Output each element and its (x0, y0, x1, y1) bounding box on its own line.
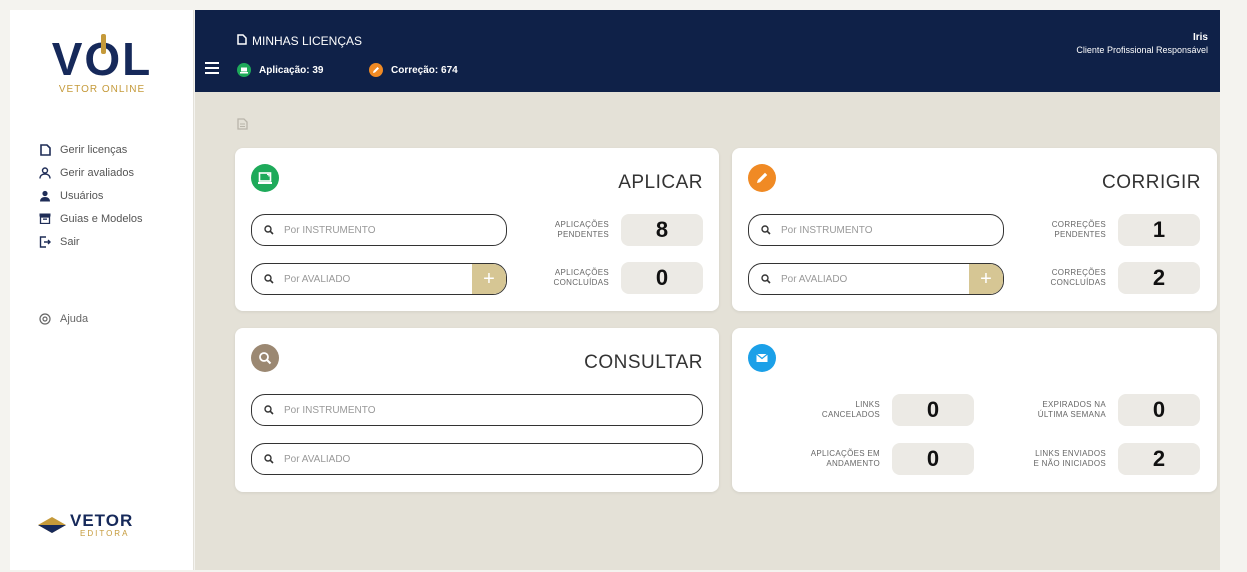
page-title: MINHAS LICENÇAS (237, 34, 362, 48)
aplicar-instrumento-search[interactable]: Por INSTRUMENTO (251, 214, 507, 246)
add-button[interactable]: + (472, 264, 506, 294)
sidebar-item-gerir-avaliados[interactable]: Gerir avaliados (38, 161, 143, 184)
sidebar-item-gerir-licencas[interactable]: Gerir licenças (38, 138, 143, 161)
corrigir-card: CORRIGIR Por INSTRUMENTO Por AVALIADO + … (732, 148, 1217, 311)
corrigir-title: CORRIGIR (1102, 172, 1201, 193)
corrigir-avaliado-search[interactable]: Por AVALIADO + (748, 263, 1004, 295)
sidebar-item-label: Ajuda (60, 313, 89, 325)
expirados-label: EXPIRADOS NA ÚLTIMA SEMANA (1037, 400, 1106, 419)
magnifier-icon (251, 344, 279, 372)
sidebar-item-guias-modelos[interactable]: Guias e Modelos (38, 207, 143, 230)
search-icon (761, 274, 771, 284)
help-icon (38, 312, 52, 326)
top-bar: MINHAS LICENÇAS Aplicação: 39 Correção: … (195, 10, 1220, 92)
consultar-instrumento-search[interactable]: Por INSTRUMENTO (251, 394, 703, 426)
pendentes-label: APLICAÇÕES PENDENTES (554, 220, 609, 239)
mail-icon (748, 344, 776, 372)
cancelados-label: LINKS CANCELADOS (821, 400, 880, 419)
add-button[interactable]: + (969, 264, 1003, 294)
links-cancelados-count[interactable]: 0 (892, 394, 974, 426)
vetor-diamond-icon (38, 517, 66, 533)
sidebar-nav: Gerir licenças Gerir avaliados Usuários … (38, 138, 143, 253)
sidebar-item-sair[interactable]: Sair (38, 230, 143, 253)
search-icon (264, 225, 274, 235)
main-content: APLICAR Por INSTRUMENTO Por AVALIADO + A… (195, 92, 1220, 570)
document-icon (237, 34, 247, 48)
concluidas-label: CORREÇÕES CONCLUÍDAS (1050, 268, 1106, 287)
logo-subtitle: VETOR ONLINE (58, 84, 146, 95)
sidebar-item-label: Gerir licenças (60, 143, 128, 156)
links-expirados-count[interactable]: 0 (1118, 394, 1200, 426)
user-info[interactable]: Iris Cliente Profissional Responsável (1076, 32, 1208, 55)
search-icon (761, 225, 771, 235)
breadcrumb-document-icon (237, 118, 248, 130)
concluidas-label: APLICAÇÕES CONCLUÍDAS (553, 268, 609, 287)
search-icon (264, 454, 274, 464)
search-icon (264, 274, 274, 284)
sidebar-item-label: Sair (60, 235, 80, 248)
pendentes-label: CORREÇÕES PENDENTES (1051, 220, 1106, 239)
corrigir-instrumento-search[interactable]: Por INSTRUMENTO (748, 214, 1004, 246)
search-icon (264, 405, 274, 415)
sidebar-item-label: Usuários (60, 189, 104, 202)
aplicacoes-andamento-count[interactable]: 0 (892, 443, 974, 475)
sidebar-item-label: Guias e Modelos (60, 212, 143, 225)
aplicacao-license-badge: Aplicação: 39 (237, 63, 323, 77)
vetor-editora-logo: VETOR EDITORA (38, 512, 133, 538)
aplicar-pendentes-count[interactable]: 8 (621, 214, 703, 246)
corrigir-concluidas-count[interactable]: 2 (1118, 262, 1200, 294)
aplicar-concluidas-count[interactable]: 0 (621, 262, 703, 294)
consultar-title: CONSULTAR (584, 352, 703, 373)
logout-icon (38, 235, 52, 249)
footer-brand-name: VETOR (70, 511, 134, 530)
sidebar-item-usuarios[interactable]: Usuários (38, 184, 143, 207)
archive-icon (38, 212, 52, 226)
vol-logo: VO L VETOR ONLINE (10, 34, 194, 95)
laptop-icon (251, 164, 279, 192)
laptop-icon (237, 63, 251, 77)
aplicar-avaliado-search[interactable]: Por AVALIADO + (251, 263, 507, 295)
footer-brand-sub: EDITORA (80, 529, 130, 538)
power-icon (101, 34, 107, 54)
correcao-license-badge: Correção: 674 (369, 63, 458, 77)
menu-hamburger-icon[interactable] (205, 62, 219, 74)
person-outline-icon (38, 166, 52, 180)
sidebar: VO L VETOR ONLINE Gerir licenças Gerir av… (10, 10, 194, 570)
aplicar-title: APLICAR (618, 172, 703, 193)
pencil-icon (369, 63, 383, 77)
sidebar-item-label: Gerir avaliados (60, 166, 134, 179)
sidebar-item-ajuda[interactable]: Ajuda (38, 312, 88, 326)
user-role: Cliente Profissional Responsável (1076, 45, 1208, 55)
pencil-icon (748, 164, 776, 192)
corrigir-pendentes-count[interactable]: 1 (1118, 214, 1200, 246)
person-filled-icon (38, 189, 52, 203)
enviados-label: LINKS ENVIADOS E NÃO INICIADOS (1033, 449, 1106, 468)
aplicar-card: APLICAR Por INSTRUMENTO Por AVALIADO + A… (235, 148, 719, 311)
consultar-avaliado-search[interactable]: Por AVALIADO (251, 443, 703, 475)
links-card: LINKS CANCELADOS 0 EXPIRADOS NA ÚLTIMA S… (732, 328, 1217, 492)
links-enviados-count[interactable]: 2 (1118, 443, 1200, 475)
consultar-card: CONSULTAR Por INSTRUMENTO Por AVALIADO (235, 328, 719, 492)
andamento-label: APLICAÇÕES EM ANDAMENTO (810, 449, 880, 468)
user-name: Iris (1192, 32, 1208, 43)
document-icon (38, 143, 52, 157)
